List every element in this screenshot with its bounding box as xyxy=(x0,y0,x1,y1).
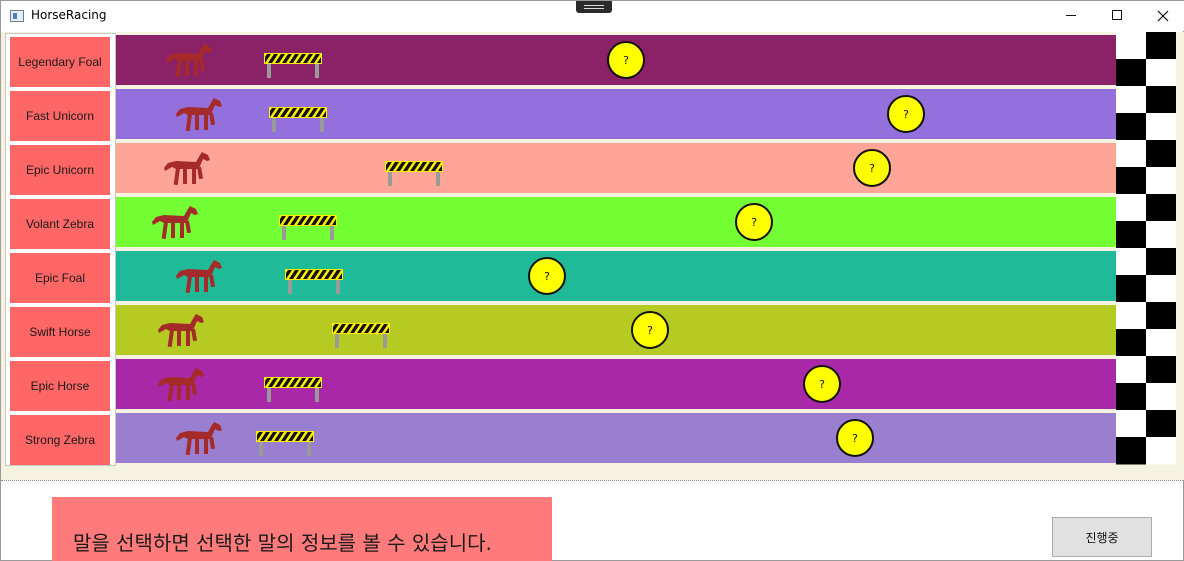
minimize-button[interactable] xyxy=(1048,1,1094,31)
maximize-icon xyxy=(1112,10,1122,20)
horse-select-button[interactable]: Legendary Foal xyxy=(10,37,110,87)
race-lane: ? xyxy=(116,143,1116,193)
question-coin-icon: ? xyxy=(528,257,566,295)
horse-select-button[interactable]: Epic Horse xyxy=(10,361,110,411)
race-lane: ? xyxy=(116,305,1116,355)
barrier-icon xyxy=(285,269,343,295)
title-bar[interactable]: HorseRacing xyxy=(1,1,1184,31)
horse-icon xyxy=(174,421,224,457)
divider xyxy=(1,480,1184,481)
horse-icon xyxy=(174,97,224,133)
horse-select-button[interactable]: Strong Zebra xyxy=(10,415,110,465)
barrier-icon xyxy=(264,53,322,79)
horse-list: Legendary Foal Fast Unicorn Epic Unicorn Vo… xyxy=(5,33,116,466)
horse-icon xyxy=(174,259,224,295)
barrier-icon xyxy=(264,377,322,403)
horse-icon xyxy=(156,367,206,403)
race-lane: ? xyxy=(116,251,1116,301)
horse-select-button[interactable]: Epic Foal xyxy=(10,253,110,303)
race-lane: ? xyxy=(116,197,1116,247)
horse-name-label: Epic Foal xyxy=(34,271,86,285)
race-lane: ? xyxy=(116,35,1116,85)
checkered-finish-flag xyxy=(1116,32,1176,465)
barrier-icon xyxy=(269,107,327,133)
race-status-label: 진행중 xyxy=(1085,530,1119,545)
question-coin-icon: ? xyxy=(607,41,645,79)
horse-name-label: Swift Horse xyxy=(29,325,91,339)
question-coin-icon: ? xyxy=(631,311,669,349)
question-coin-icon: ? xyxy=(836,419,874,457)
horse-info-message: 말을 선택하면 선택한 말의 정보를 볼 수 있습니다. xyxy=(73,531,492,555)
drag-handle-icon[interactable] xyxy=(576,1,612,13)
close-button[interactable] xyxy=(1140,1,1184,31)
question-coin-icon: ? xyxy=(853,149,891,187)
app-window-icon xyxy=(10,10,24,22)
barrier-icon xyxy=(279,215,337,241)
barrier-icon xyxy=(332,323,390,349)
horse-icon xyxy=(150,205,200,241)
horse-select-button[interactable]: Fast Unicorn xyxy=(10,91,110,141)
horse-select-button[interactable]: Epic Unicorn xyxy=(10,145,110,195)
horse-select-button[interactable]: Volant Zebra xyxy=(10,199,110,249)
horse-name-label: Legendary Foal xyxy=(18,55,102,69)
close-icon xyxy=(1157,10,1169,22)
race-lane: ? xyxy=(116,89,1116,139)
race-lane: ? xyxy=(116,413,1116,463)
horse-name-label: Volant Zebra xyxy=(25,217,95,231)
question-coin-icon: ? xyxy=(735,203,773,241)
horse-name-label: Strong Zebra xyxy=(24,433,96,447)
minimize-icon xyxy=(1066,15,1076,16)
horse-name-label: Fast Unicorn xyxy=(25,109,95,123)
barrier-icon xyxy=(256,431,314,457)
app-window: HorseRacing ? ? ? ? ? ? ? ? Legendary Fo… xyxy=(0,0,1184,561)
horse-icon xyxy=(156,313,206,349)
window-title: HorseRacing xyxy=(31,8,107,22)
barrier-icon xyxy=(385,161,443,187)
question-coin-icon: ? xyxy=(887,95,925,133)
race-status-button[interactable]: 진행중 xyxy=(1052,517,1152,557)
horse-name-label: Epic Horse xyxy=(30,379,90,393)
horse-info-panel: 말을 선택하면 선택한 말의 정보를 볼 수 있습니다. xyxy=(52,497,552,561)
maximize-button[interactable] xyxy=(1094,1,1140,31)
race-lane: ? xyxy=(116,359,1116,409)
horse-icon xyxy=(164,43,214,79)
horse-icon xyxy=(162,151,212,187)
question-coin-icon: ? xyxy=(803,365,841,403)
horse-name-label: Epic Unicorn xyxy=(25,163,95,177)
horse-select-button[interactable]: Swift Horse xyxy=(10,307,110,357)
